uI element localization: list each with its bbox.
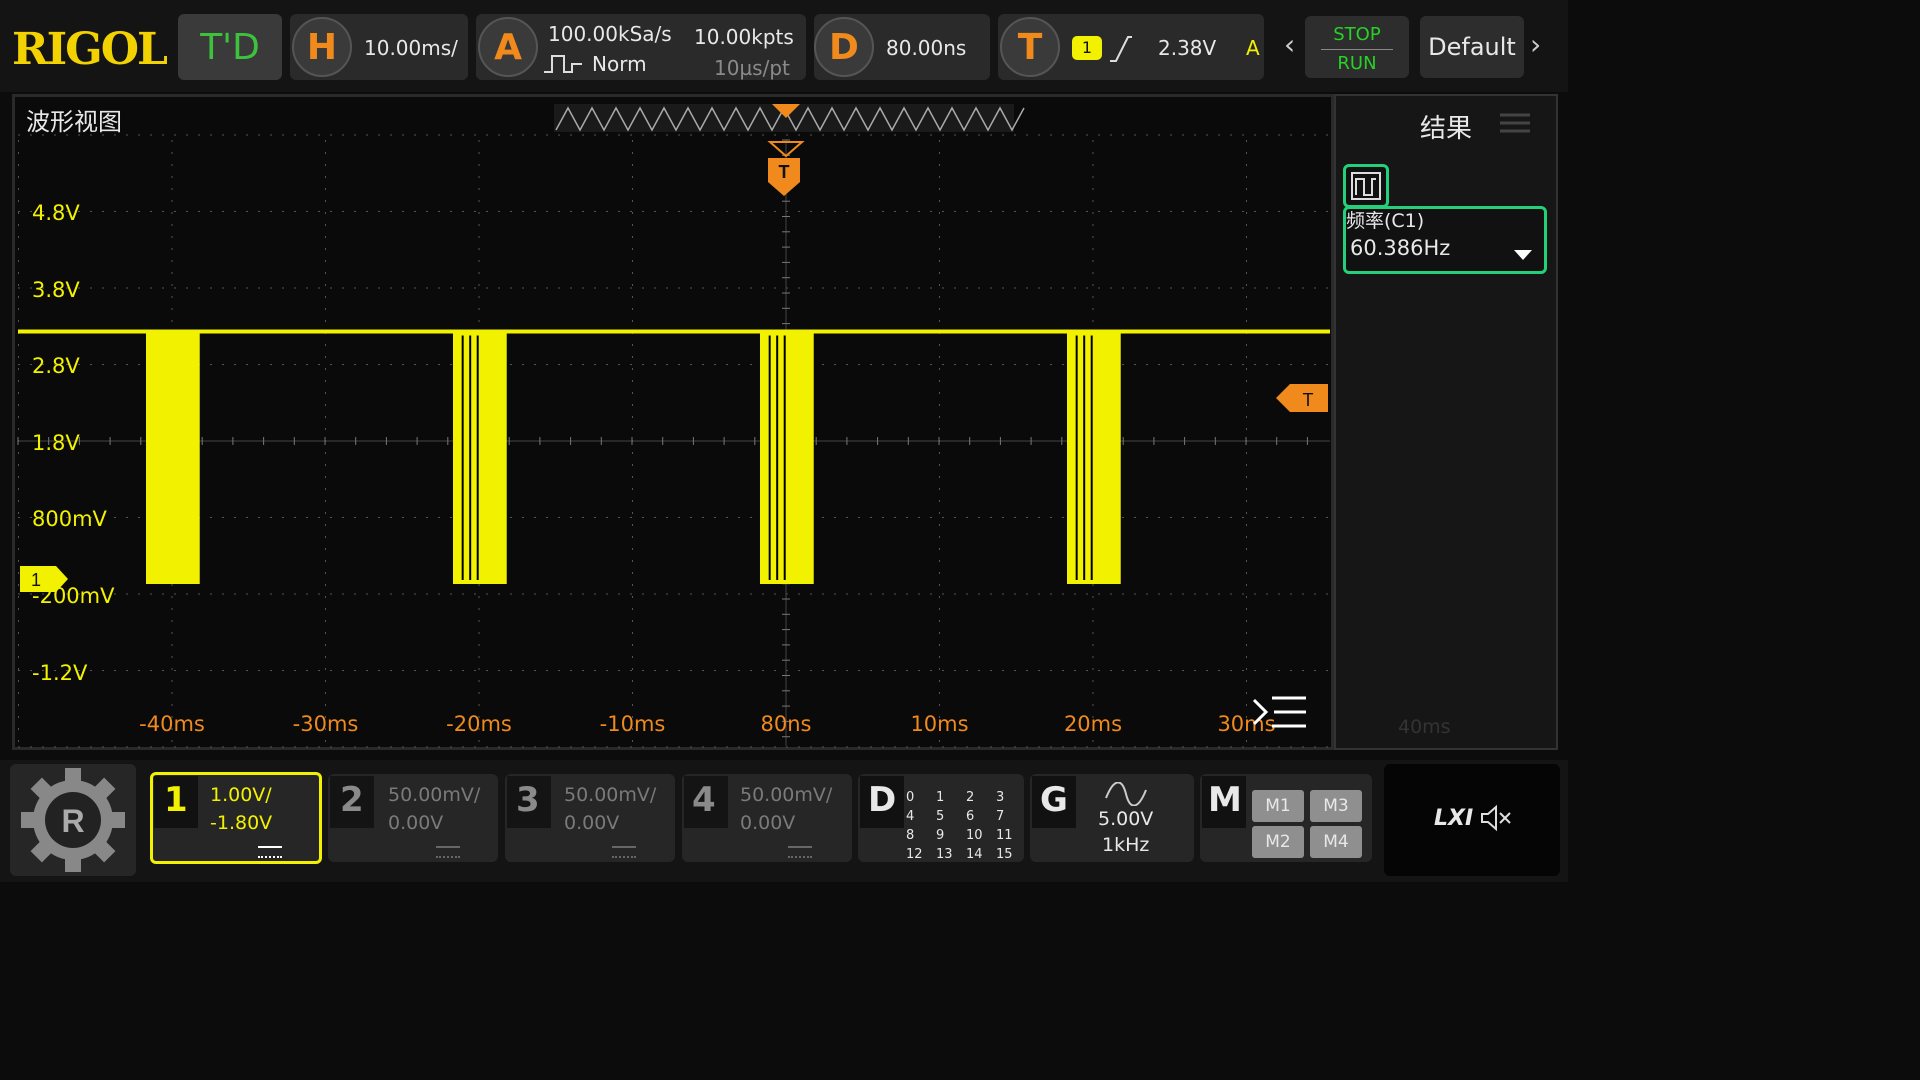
channel1-dc-coupling-icon — [258, 846, 282, 858]
generator-label: G — [1040, 780, 1068, 820]
digital-label: D — [868, 780, 897, 820]
lxi-label: LXI — [1434, 806, 1474, 831]
measurement-icon[interactable] — [1343, 164, 1389, 208]
digital-channel-number: 10 — [966, 828, 983, 843]
x-axis-label: -30ms — [292, 712, 359, 736]
digital-channel-number: 15 — [996, 847, 1013, 862]
signal-burst — [1067, 331, 1121, 584]
speaker-muted-icon[interactable] — [1478, 804, 1514, 832]
channel3-number: 3 — [516, 780, 540, 820]
x-axis-label: 80ns — [760, 712, 812, 736]
channel4-dc-coupling-icon — [788, 846, 812, 858]
x-axis-label: 10ms — [910, 712, 969, 736]
digital-channel-number: 6 — [966, 809, 975, 824]
y-axis-label: 1.8V — [32, 431, 80, 455]
chevron-down-icon[interactable] — [1512, 248, 1534, 262]
digital-channel-number: 1 — [936, 790, 945, 805]
channel1-offset: -1.80V — [210, 812, 273, 834]
measurement-value: 60.386Hz — [1350, 236, 1451, 260]
generator-amplitude: 5.00V — [1098, 808, 1154, 830]
y-axis-label: 800mV — [32, 507, 107, 531]
channel2-offset: 0.00V — [388, 812, 444, 834]
x-axis-label: -20ms — [446, 712, 512, 736]
math-m2-button[interactable]: M2 — [1252, 826, 1304, 858]
trigger-level-label: T — [1303, 390, 1314, 410]
x-axis-label: 20ms — [1063, 712, 1123, 736]
results-title: 结果 — [1420, 114, 1473, 144]
signal-burst — [453, 331, 507, 584]
menu-list-icon[interactable] — [1250, 692, 1310, 732]
math-m4-button[interactable]: M4 — [1310, 826, 1362, 858]
digital-channel-number: 11 — [996, 828, 1013, 843]
channel1-scale: 1.00V/ — [210, 784, 272, 806]
channel3-scale: 50.00mV/ — [564, 784, 657, 806]
y-axis-label: 3.8V — [32, 278, 80, 302]
channel3-offset: 0.00V — [564, 812, 620, 834]
channel2-scale: 50.00mV/ — [388, 784, 481, 806]
x-axis-label: -10ms — [599, 712, 666, 736]
trigger-position-label: T — [779, 162, 790, 182]
svg-text:R: R — [61, 803, 84, 839]
digital-channel-number: 8 — [906, 828, 915, 843]
digital-channel-number: 14 — [966, 847, 983, 862]
math-m1-button[interactable]: M1 — [1252, 790, 1304, 822]
channel1-trace — [18, 329, 1330, 584]
digital-channel-number: 3 — [996, 790, 1005, 805]
y-axis-label: 4.8V — [32, 201, 80, 225]
channel4-scale: 50.00mV/ — [740, 784, 833, 806]
y-axis-label: -200mV — [32, 584, 115, 608]
gear-icon: R — [21, 768, 125, 872]
memory-overview — [554, 104, 1025, 132]
measurement-name: 频率(C1) — [1346, 210, 1425, 232]
digital-channel-number: 7 — [996, 809, 1005, 824]
channel1-number: 1 — [164, 780, 188, 820]
digital-channel-number: 9 — [936, 828, 945, 843]
digital-channel-number: 2 — [966, 790, 975, 805]
results-menu-icon[interactable] — [1498, 112, 1532, 134]
digital-channel-number: 4 — [906, 809, 915, 824]
digital-channel-number: 5 — [936, 809, 945, 824]
channel4-number: 4 — [692, 780, 716, 820]
digital-channel-number: 13 — [936, 847, 953, 862]
signal-burst — [146, 331, 200, 584]
x-axis-label: -40ms — [139, 712, 205, 736]
waveform-plot[interactable]: T T 1 — [0, 0, 1568, 882]
math-m3-button[interactable]: M3 — [1310, 790, 1362, 822]
y-axis-label: -1.2V — [32, 661, 88, 685]
digital-channel-number: 0 — [906, 790, 915, 805]
channel3-dc-coupling-icon — [612, 846, 636, 858]
generator-frequency: 1kHz — [1102, 834, 1150, 856]
sine-wave-icon — [1105, 782, 1147, 806]
results-panel-xlabel: 40ms — [1398, 716, 1451, 738]
channel2-number: 2 — [340, 780, 364, 820]
settings-button[interactable]: R — [10, 764, 136, 876]
digital-channel-number: 12 — [906, 847, 923, 862]
signal-burst — [760, 331, 814, 584]
channel2-dc-coupling-icon — [436, 846, 460, 858]
math-label: M — [1208, 780, 1242, 820]
y-axis-label: 2.8V — [32, 354, 80, 378]
channel4-offset: 0.00V — [740, 812, 796, 834]
